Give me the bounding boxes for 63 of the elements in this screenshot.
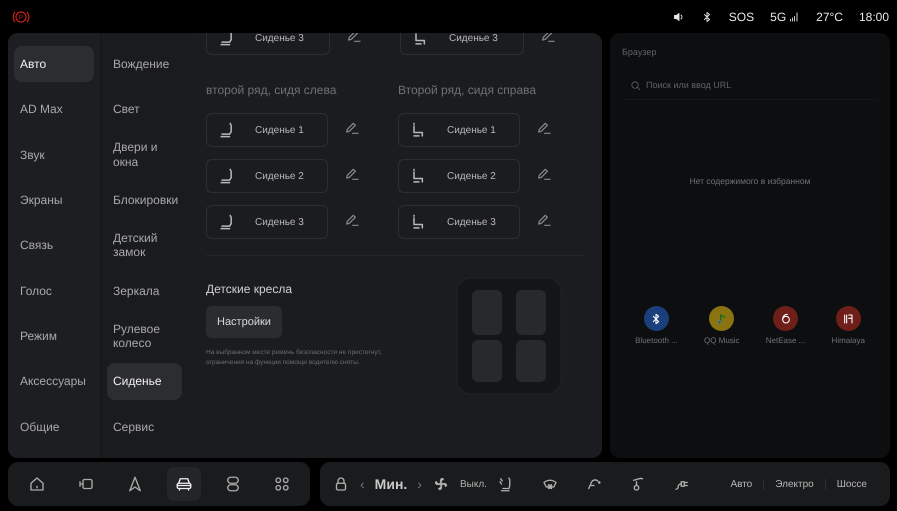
drive-mode-option[interactable]: Шоссе bbox=[824, 478, 878, 490]
category-item[interactable]: Связь bbox=[14, 227, 94, 264]
pencil-icon bbox=[536, 120, 552, 136]
subcategory-item[interactable]: Вождение bbox=[107, 46, 182, 82]
pencil-icon bbox=[344, 212, 360, 228]
subcategory-item[interactable]: Рулевое колесо bbox=[107, 318, 182, 354]
clock: 18:00 bbox=[858, 10, 889, 24]
signal-icon bbox=[788, 10, 800, 22]
grid-icon bbox=[272, 475, 290, 493]
seat-profile-button[interactable]: Сиденье 2 bbox=[398, 159, 520, 193]
seat-profile-button[interactable]: Сиденье 3 bbox=[398, 205, 520, 239]
app-icon[interactable] bbox=[773, 306, 798, 331]
car-icon bbox=[174, 475, 192, 493]
pencil-icon bbox=[344, 166, 360, 182]
seat-profile-button[interactable]: Сиденье 3 bbox=[206, 33, 330, 55]
category-item[interactable]: Звук bbox=[14, 136, 94, 173]
fan-status: Выкл. bbox=[460, 478, 487, 490]
pencil-icon bbox=[536, 212, 552, 228]
temperature-label: 27°C bbox=[816, 10, 843, 24]
app-label: QQ Music bbox=[704, 336, 740, 345]
settings-button[interactable]: Настройки bbox=[206, 306, 282, 338]
seat-profile-button[interactable]: Сиденье 1 bbox=[398, 113, 520, 147]
app-label: Himalaya bbox=[832, 336, 865, 345]
drive-mode-option[interactable]: Авто bbox=[719, 478, 764, 490]
subcategory-item[interactable]: Блокировки bbox=[107, 182, 182, 218]
category-item[interactable]: Экраны bbox=[14, 182, 94, 218]
seat-profile-button[interactable]: Сиденье 3 bbox=[400, 33, 524, 55]
seat-profile-button[interactable]: Сиденье 1 bbox=[206, 113, 328, 147]
section-heading: второй ряд, сидя слева bbox=[206, 83, 338, 97]
decrease-arrow[interactable]: ‹ bbox=[360, 476, 365, 492]
subcategory-item[interactable]: Зеркала bbox=[107, 272, 182, 309]
subcategory-item[interactable]: Сиденье bbox=[107, 363, 182, 400]
category-item[interactable]: AD Max bbox=[14, 91, 94, 128]
pencil-icon bbox=[536, 166, 552, 182]
category-item[interactable]: Режим bbox=[14, 318, 94, 354]
panel-title: Браузер bbox=[622, 47, 658, 57]
subcategory-item[interactable]: Свет bbox=[107, 91, 182, 128]
seat-profile-button[interactable]: Сиденье 2 bbox=[206, 159, 328, 193]
dock-button[interactable] bbox=[166, 467, 200, 501]
section-heading: Второй ряд, сидя справа bbox=[398, 83, 538, 97]
subcategory-item[interactable]: Двери и окна bbox=[107, 136, 182, 173]
subcategory-item[interactable]: Сервис bbox=[107, 408, 182, 445]
section-title: Детские кресла bbox=[206, 282, 293, 296]
category-item[interactable]: Авто bbox=[14, 46, 94, 82]
subcategory-item[interactable]: Детский замок bbox=[107, 227, 182, 264]
app-label: NetEase ... bbox=[766, 336, 806, 345]
volume-icon bbox=[672, 10, 685, 22]
seat-profile-button[interactable]: Сиденье 3 bbox=[206, 205, 328, 239]
home-icon bbox=[28, 475, 46, 493]
temperature-setting: Мин. bbox=[374, 476, 408, 492]
category-item[interactable]: Аксессуары bbox=[14, 363, 94, 400]
search-icon bbox=[630, 80, 641, 90]
increase-arrow[interactable]: › bbox=[417, 476, 422, 492]
app-icon[interactable] bbox=[836, 306, 861, 331]
empty-message: Нет содержимого в избранном bbox=[690, 176, 810, 186]
category-item[interactable]: Голос bbox=[14, 272, 94, 309]
app-label: Bluetooth ... bbox=[635, 336, 678, 345]
app-icon[interactable] bbox=[644, 306, 669, 331]
network-label: 5G bbox=[770, 10, 786, 24]
category-item[interactable]: Общие bbox=[14, 408, 94, 445]
drive-mode-option[interactable]: Электро bbox=[763, 478, 825, 490]
pencil-icon bbox=[344, 120, 360, 136]
sos-label: SOS bbox=[728, 10, 754, 24]
